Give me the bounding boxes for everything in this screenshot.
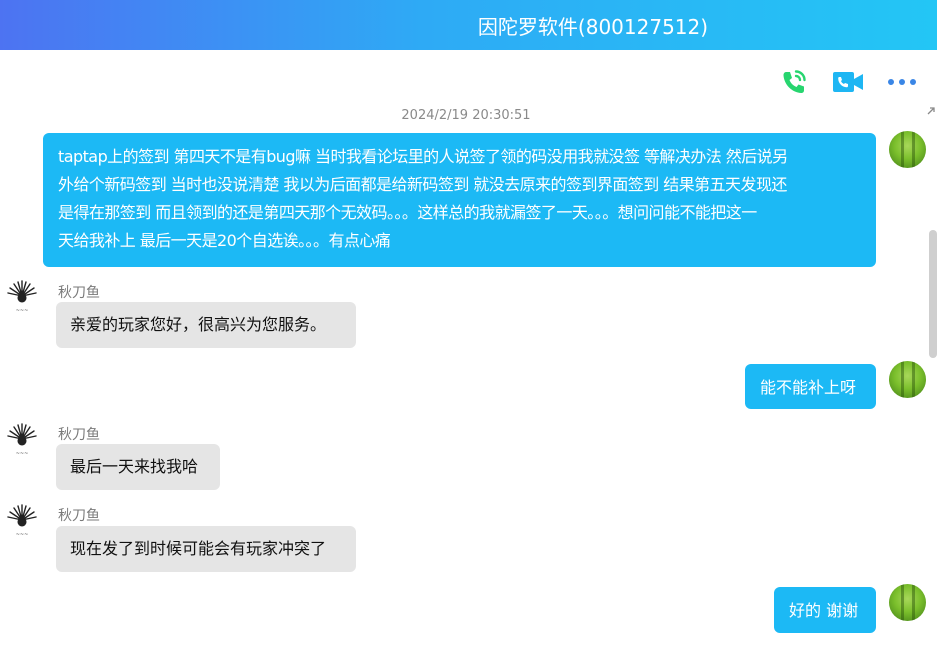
message-bubble-agent[interactable]: 最后一天来找我哈: [56, 444, 220, 490]
message-line: 天给我补上 最后一天是20个自选诶。。。有点心痛: [58, 231, 391, 250]
phone-call-button[interactable]: [777, 66, 811, 98]
title-bar: 因陀罗软件(800127512): [0, 0, 937, 50]
sender-name: 秋刀鱼: [58, 285, 100, 301]
video-call-button[interactable]: [831, 66, 865, 98]
message-line: 是得在那签到 而且领到的还是第四天那个无效码。。。这样总的我就漏签了一天。。。想…: [58, 203, 757, 222]
self-avatar[interactable]: [889, 584, 926, 621]
agent-avatar[interactable]: ~~~: [4, 279, 40, 315]
self-avatar[interactable]: [889, 131, 926, 168]
svg-text:~~~: ~~~: [16, 451, 29, 457]
chat-toolbar: [777, 66, 919, 98]
chat-title: 因陀罗软件(800127512): [477, 15, 709, 39]
svg-text:~~~: ~~~: [16, 532, 29, 538]
agent-avatar[interactable]: ~~~: [4, 503, 40, 539]
message-bubble-agent[interactable]: 现在发了到时候可能会有玩家冲突了: [56, 526, 356, 572]
message-bubble-self[interactable]: taptap上的签到 第四天不是有bug嘛 当时我看论坛里的人说签了领的码没用我…: [43, 133, 876, 267]
self-avatar[interactable]: [889, 361, 926, 398]
phone-call-icon: [783, 70, 806, 93]
message-line: 外给个新码签到 当时也没说清楚 我以为后面都是给新码签到 就没去原来的签到界面签…: [58, 175, 787, 194]
message-line: taptap上的签到 第四天不是有bug嘛 当时我看论坛里的人说签了领的码没用我…: [58, 147, 788, 166]
message-bubble-agent[interactable]: 亲爱的玩家您好，很高兴为您服务。: [56, 302, 356, 348]
message-timestamp: 2024/2/19 20:30:51: [401, 108, 531, 123]
agent-avatar[interactable]: ~~~: [4, 422, 40, 458]
sender-name: 秋刀鱼: [58, 508, 100, 524]
video-call-icon: [833, 72, 863, 92]
more-options-button[interactable]: [885, 66, 919, 98]
message-bubble-self[interactable]: 好的 谢谢: [774, 587, 876, 633]
svg-text:~~~: ~~~: [16, 308, 29, 314]
scrollbar-thumb[interactable]: [929, 230, 937, 358]
sender-name: 秋刀鱼: [58, 427, 100, 443]
message-bubble-self[interactable]: 能不能补上呀: [745, 364, 876, 409]
more-options-icon: [888, 79, 916, 85]
